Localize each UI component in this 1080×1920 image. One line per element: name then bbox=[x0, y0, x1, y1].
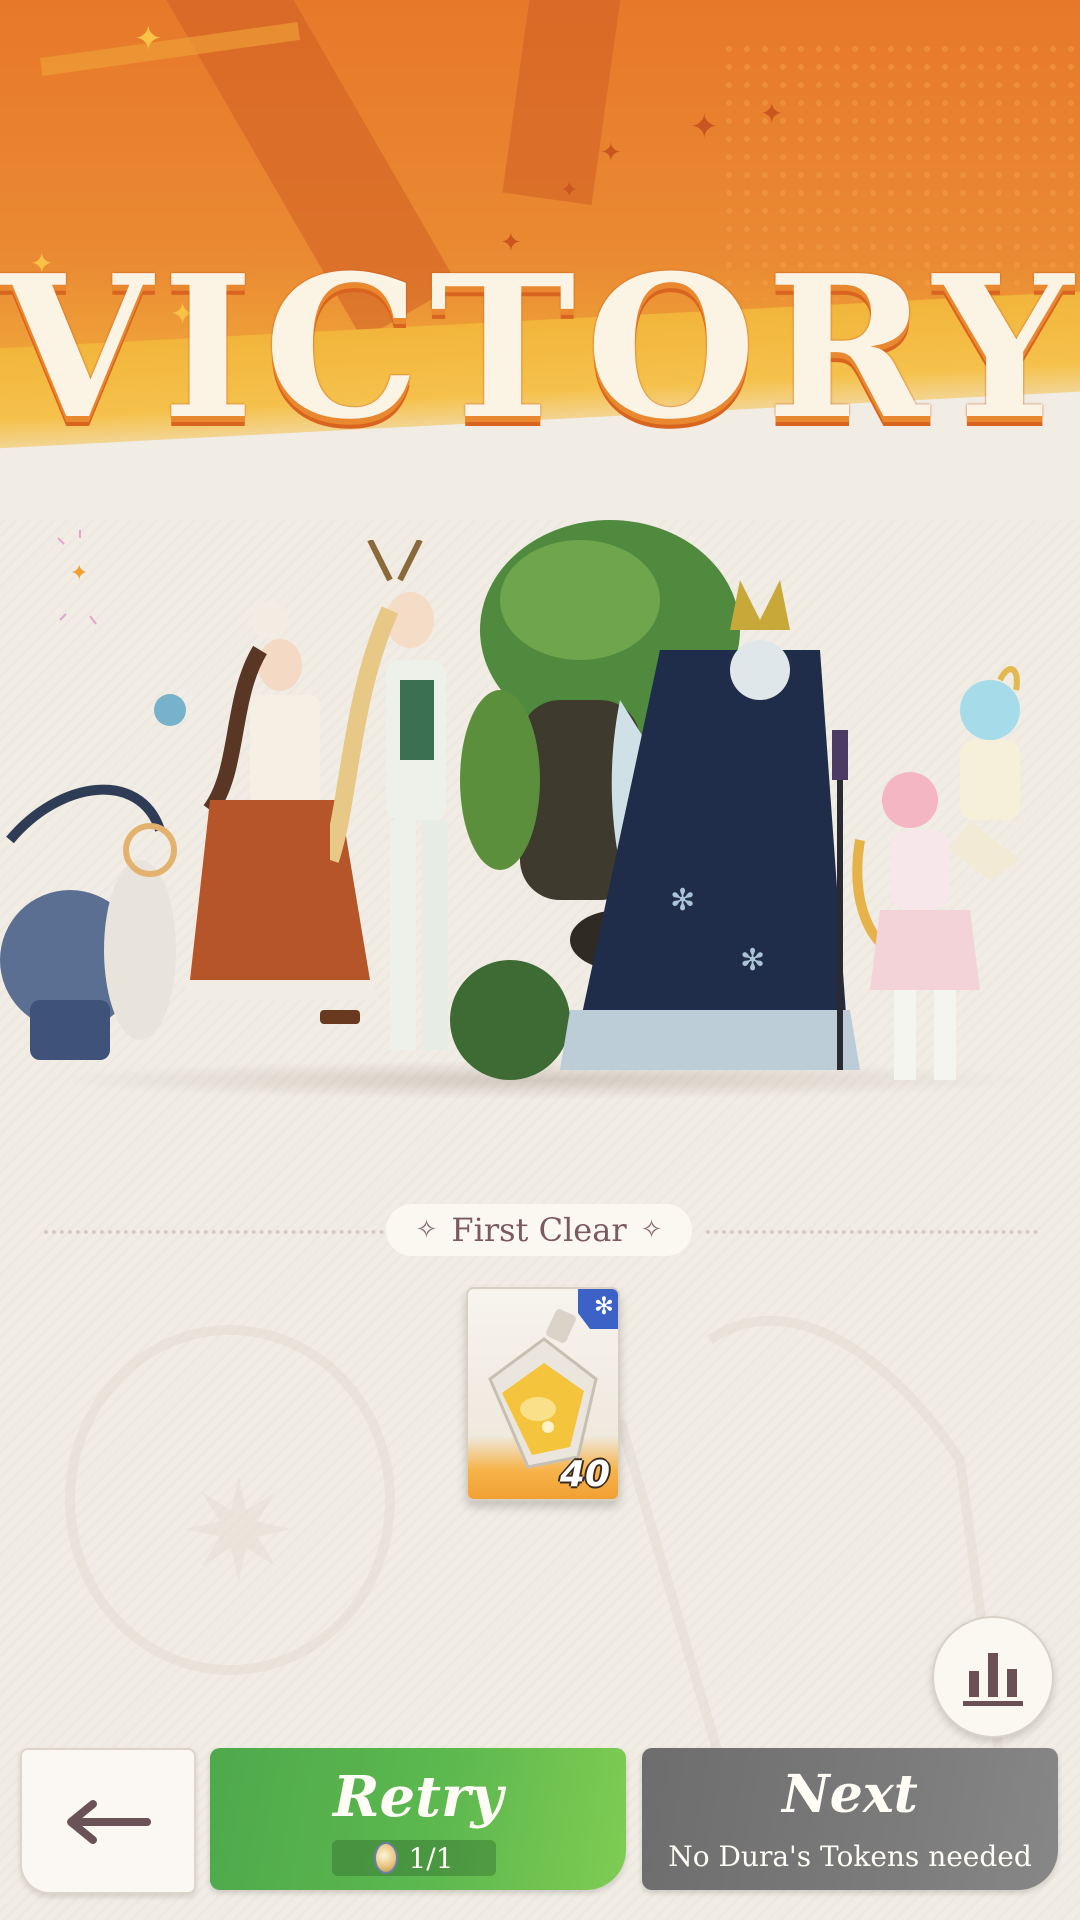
retry-label: Retry bbox=[332, 1764, 504, 1830]
blue-sprite-icon bbox=[950, 666, 1020, 880]
frost-king-icon: ✻ ✻ bbox=[560, 580, 860, 1070]
bar-chart-icon bbox=[963, 1653, 1023, 1706]
next-button[interactable]: Next No Dura's Tokens needed bbox=[642, 1748, 1058, 1890]
dura-token-icon bbox=[374, 1842, 399, 1874]
victory-title: VICTORY bbox=[0, 233, 1080, 463]
divider-right bbox=[706, 1230, 1038, 1234]
retry-uses-count: 1/1 bbox=[408, 1841, 454, 1875]
party-lineup: ✦ ✻ ✻ bbox=[0, 520, 1080, 1100]
sparkle-icon: ✦ bbox=[690, 107, 719, 147]
sparkle-left-icon: ✧ bbox=[415, 1215, 438, 1245]
svg-text:✻: ✻ bbox=[740, 943, 765, 978]
svg-text:✷: ✷ bbox=[180, 1451, 297, 1614]
sparkle-icon: ✦ bbox=[134, 19, 163, 59]
sparkle-icon: ✦ bbox=[600, 138, 622, 168]
sparkle-icon: ✦ bbox=[57, 530, 97, 625]
victory-screen: ✦ ✦ ✦ ✦ ✦ ✦ ✦ ✦ VICTORY ✦ ✻ ✻ ✷ ✧ First … bbox=[0, 0, 1080, 1920]
first-clear-label: ✧ First Clear ✧ bbox=[386, 1204, 692, 1256]
back-button[interactable] bbox=[20, 1748, 196, 1894]
svg-text:✦: ✦ bbox=[70, 561, 88, 586]
divider-left bbox=[44, 1230, 384, 1234]
reward-item-potion[interactable]: ✻ 40 bbox=[466, 1287, 620, 1501]
retry-uses: 1/1 bbox=[332, 1840, 496, 1876]
section-label: First Clear bbox=[451, 1211, 627, 1249]
stats-button[interactable] bbox=[932, 1616, 1054, 1738]
next-label: Next bbox=[782, 1764, 918, 1825]
sparkle-icon: ✦ bbox=[560, 178, 579, 203]
next-subtitle: No Dura's Tokens needed bbox=[668, 1840, 1032, 1873]
sparkle-right-icon: ✧ bbox=[640, 1215, 663, 1245]
back-arrow-icon bbox=[67, 1800, 151, 1844]
sparkle-icon: ✦ bbox=[760, 97, 784, 130]
victory-banner: ✦ ✦ ✦ ✦ ✦ ✦ ✦ ✦ VICTORY bbox=[0, 0, 1080, 520]
retry-button[interactable]: Retry 1/1 bbox=[210, 1748, 626, 1890]
reward-quantity: 40 bbox=[559, 1454, 610, 1495]
svg-text:✻: ✻ bbox=[670, 883, 695, 918]
